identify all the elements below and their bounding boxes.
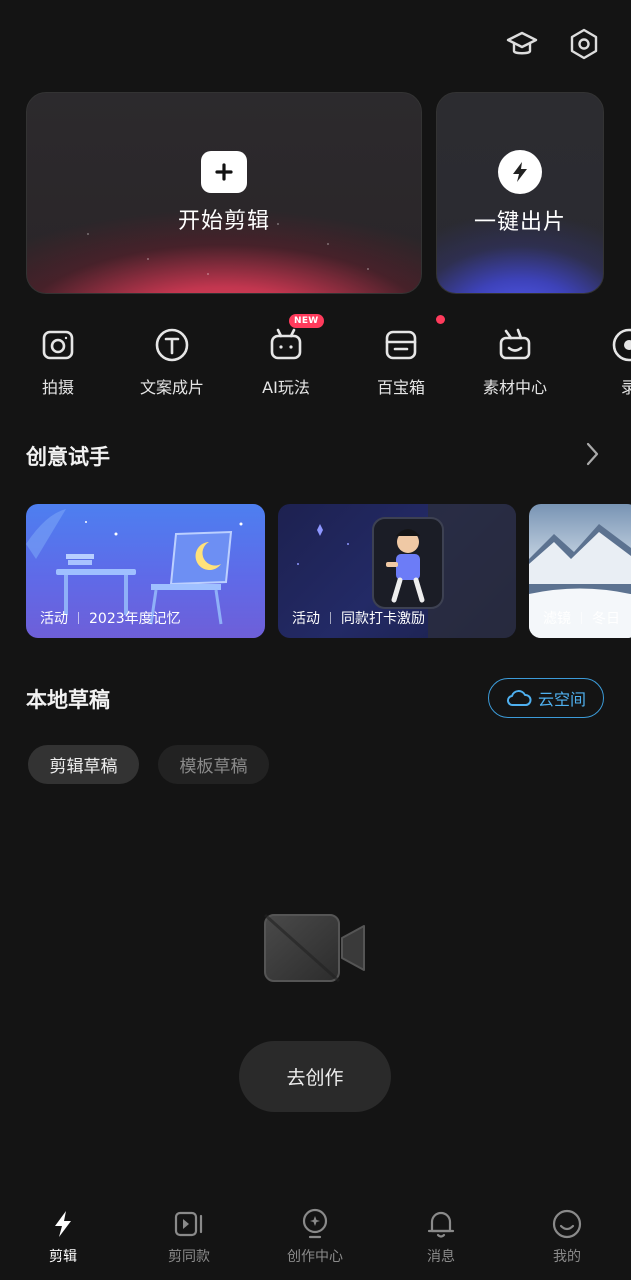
app-screen: 开始剪辑 一键出片 拍摄 文案成片 NEW AI玩法 百宝箱 素材中心 录 创意…	[0, 0, 631, 1280]
creative-card-year-memory[interactable]: 活动 2023年度记忆	[26, 504, 265, 638]
creative-section-title: 创意试手	[26, 445, 110, 469]
one-click-video-label: 一键出片	[473, 210, 566, 235]
card-tag: 活动	[40, 611, 68, 627]
nav-messages-label: 消息	[427, 1249, 455, 1265]
lightning-icon	[498, 150, 542, 194]
cloud-icon	[506, 690, 532, 706]
nav-template-label: 剪同款	[168, 1249, 210, 1265]
tool-toolbox-label: 百宝箱	[376, 378, 425, 397]
tool-toolbox[interactable]: 百宝箱	[346, 326, 456, 398]
tool-ai-play[interactable]: NEW AI玩法	[231, 314, 341, 398]
tab-template-drafts[interactable]: 模板草稿	[158, 745, 269, 784]
drafts-section-title: 本地草稿	[26, 688, 110, 712]
bulb-icon	[302, 1208, 328, 1239]
tool-ai-play-label: AI玩法	[262, 378, 310, 397]
nav-profile[interactable]: 我的	[517, 1208, 617, 1266]
bolt-icon	[55, 1211, 71, 1237]
video-camera-icon	[264, 913, 365, 983]
camera-icon	[42, 330, 74, 360]
tool-record[interactable]: 录	[574, 326, 631, 398]
tool-record-label: 录	[620, 378, 631, 397]
start-editing-card[interactable]: 开始剪辑	[26, 92, 422, 294]
card-title: 同款打卡激励	[341, 611, 425, 627]
card-caption: 活动 同款打卡激励	[292, 608, 425, 628]
graduation-cap-icon[interactable]	[502, 24, 542, 64]
smile-icon	[552, 1209, 582, 1239]
nav-creator-center[interactable]: 创作中心	[265, 1208, 365, 1266]
tool-material-center-label: 素材中心	[482, 378, 547, 397]
text-circle-icon	[155, 328, 189, 362]
tool-shoot-label: 拍摄	[41, 378, 74, 397]
nav-edit[interactable]: 剪辑	[13, 1208, 113, 1266]
tools-row: 拍摄 文案成片 NEW AI玩法 百宝箱 素材中心 录	[0, 314, 631, 406]
card-title: 2023年度记忆	[89, 611, 181, 627]
bottom-nav: 剪辑 剪同款 创作中心 消息 我的	[0, 1200, 631, 1280]
chevron-right-icon[interactable]	[580, 440, 604, 468]
robot-icon	[270, 328, 302, 360]
cloud-space-button[interactable]: 云空间	[488, 678, 604, 718]
clapper-icon	[499, 328, 531, 360]
card-title: 冬日	[592, 611, 620, 627]
nav-template[interactable]: 剪同款	[139, 1208, 239, 1266]
one-click-video-card[interactable]: 一键出片	[436, 92, 604, 294]
tool-text-to-video-label: 文案成片	[139, 378, 204, 397]
nav-creator-center-label: 创作中心	[287, 1249, 343, 1265]
start-editing-label: 开始剪辑	[177, 209, 270, 234]
nav-profile-label: 我的	[553, 1249, 581, 1265]
caption-divider	[330, 612, 331, 624]
settings-hexagon-icon[interactable]	[564, 24, 604, 64]
notification-dot	[436, 315, 445, 324]
cloud-space-label: 云空间	[537, 690, 586, 709]
nav-messages[interactable]: 消息	[391, 1208, 491, 1266]
caption-divider	[581, 612, 582, 624]
nav-edit-label: 剪辑	[49, 1249, 77, 1265]
card-caption: 活动 2023年度记忆	[40, 608, 181, 628]
card-caption: 滤镜 冬日	[543, 608, 620, 628]
go-create-button[interactable]: 去创作	[239, 1041, 391, 1112]
tool-text-to-video[interactable]: 文案成片	[117, 326, 227, 398]
tool-material-center[interactable]: 素材中心	[460, 326, 570, 398]
record-icon	[612, 328, 631, 362]
creative-card-checkin-reward[interactable]: 活动 同款打卡激励	[278, 504, 516, 638]
creative-card-winter-filter[interactable]: 滤镜 冬日	[529, 504, 631, 638]
new-badge: NEW	[289, 314, 324, 328]
plus-icon	[201, 151, 247, 193]
play-template-icon	[174, 1211, 203, 1237]
card-tag: 滤镜	[543, 611, 571, 627]
tab-edit-drafts[interactable]: 剪辑草稿	[28, 745, 139, 784]
bell-icon	[427, 1211, 455, 1238]
card-tag: 活动	[292, 611, 320, 627]
tool-shoot[interactable]: 拍摄	[3, 326, 113, 398]
caption-divider	[78, 612, 79, 624]
toolbox-icon	[385, 330, 417, 360]
